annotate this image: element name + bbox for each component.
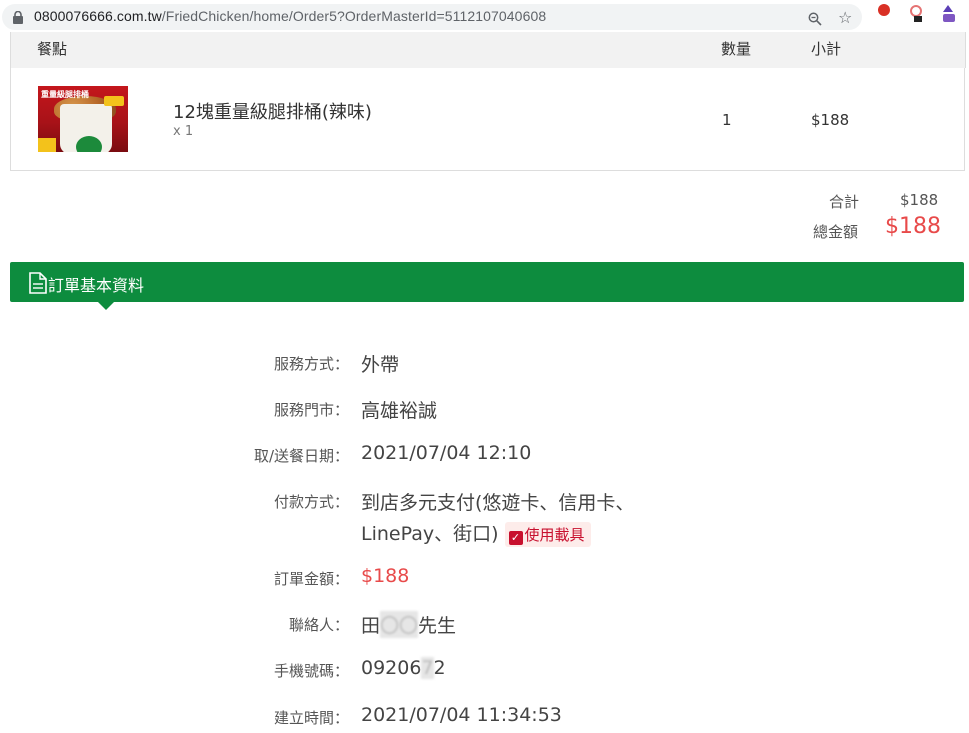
product-name: 12塊重量級腿排桶(辣味) — [173, 102, 372, 123]
phone-value-end: 2 — [433, 657, 446, 679]
amount-label: 訂單金額： — [273, 570, 349, 588]
payment-value-line1: 到店多元支付(悠遊卡、信用卡、 — [361, 492, 635, 514]
created-value: 2021/07/04 11:34:53 — [361, 704, 562, 726]
lock-icon[interactable] — [12, 11, 24, 24]
header-qty: 數量 — [721, 40, 752, 58]
star-icon[interactable]: ☆ — [838, 10, 852, 26]
extension-icon[interactable] — [876, 4, 892, 22]
product-subtotal: $188 — [811, 111, 850, 129]
section-title: 訂單基本資料 — [48, 276, 145, 295]
created-label: 建立時間： — [273, 709, 349, 727]
order-table-header: 餐點 數量 小計 — [10, 32, 966, 68]
service-label: 服務方式： — [273, 355, 349, 373]
carrier-badge: ✓ 使用載具 — [504, 522, 591, 547]
phone-value-start: 09206 — [361, 657, 422, 679]
contact-value: 田〇〇先生 — [361, 611, 456, 638]
extension-icon[interactable] — [940, 4, 956, 22]
amount-value: $188 — [361, 565, 410, 587]
subtotal-label: 合計 — [829, 193, 860, 211]
product-qty-note: x 1 — [173, 124, 194, 139]
phone-value-hidden: 7 — [421, 657, 434, 679]
payment-label: 付款方式： — [273, 493, 349, 511]
url-path: /FriedChicken/home/Order5?OrderMasterId=… — [161, 8, 547, 24]
table-row: 重量級腿排桶 12塊重量級腿排桶(辣味) x 1 1 $188 — [10, 68, 965, 171]
section-pointer — [98, 302, 114, 310]
zoom-icon[interactable] — [808, 12, 822, 26]
date-value: 2021/07/04 12:10 — [361, 442, 532, 464]
extension-icon[interactable] — [908, 4, 924, 22]
address-bar[interactable]: 0800076666.com.tw/FriedChicken/home/Orde… — [2, 4, 862, 30]
header-item: 餐點 — [37, 40, 68, 58]
service-value: 外帶 — [361, 354, 400, 376]
phone-label: 手機號碼： — [273, 662, 349, 680]
browser-toolbar: 0800076666.com.tw/FriedChicken/home/Orde… — [0, 0, 969, 36]
total-label: 總金額 — [813, 223, 859, 241]
contact-value-end: 先生 — [418, 615, 457, 637]
contact-value-start: 田 — [361, 615, 381, 637]
carrier-badge-label: 使用載具 — [524, 526, 585, 544]
total-value: $188 — [885, 214, 941, 239]
checkbox-icon: ✓ — [508, 531, 523, 545]
phone-value: 0920672 — [361, 657, 446, 679]
subtotal-value: $188 — [900, 191, 939, 209]
contact-value-hidden: 〇〇 — [380, 611, 419, 638]
product-qty: 1 — [722, 111, 732, 129]
header-subtotal: 小計 — [811, 40, 842, 58]
url-text[interactable]: 0800076666.com.tw/FriedChicken/home/Orde… — [34, 8, 546, 24]
payment-value-line2: LinePay、街口) — [361, 523, 499, 545]
date-label: 取/送餐日期： — [253, 447, 349, 465]
product-image-title: 重量級腿排桶 — [41, 90, 89, 99]
store-value: 高雄裕誠 — [361, 400, 438, 422]
contact-label: 聯絡人： — [288, 616, 349, 634]
product-image: 重量級腿排桶 — [38, 86, 128, 152]
store-label: 服務門市： — [273, 401, 349, 419]
document-icon — [29, 272, 47, 294]
section-header: 訂單基本資料 — [10, 262, 964, 302]
payment-value-line2-wrap: LinePay、街口) ✓ 使用載具 — [361, 519, 591, 547]
url-host: 0800076666.com.tw — [34, 8, 162, 24]
